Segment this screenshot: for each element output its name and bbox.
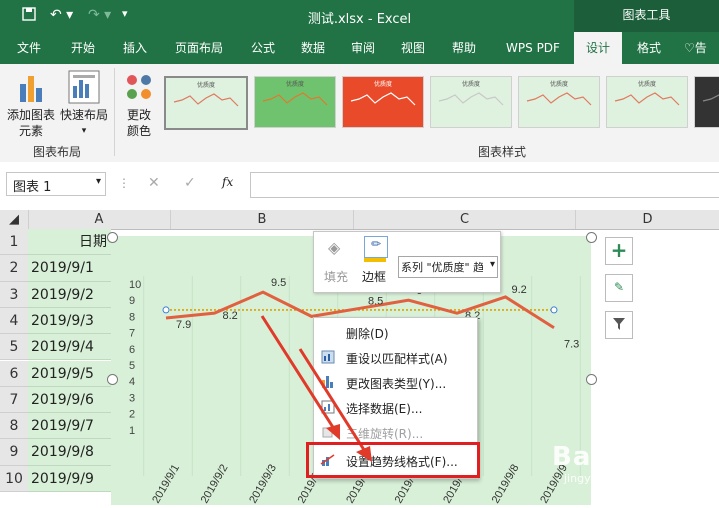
annotation-arrow-line	[298, 348, 368, 454]
annotation-arrow-line	[260, 315, 338, 433]
highlight-box	[306, 442, 480, 478]
watermark-logo: Bai经验	[552, 442, 656, 472]
annotation-arrows	[260, 315, 372, 462]
watermark-url: jingyan.baidu.com	[564, 472, 666, 485]
annotation-arrow-head	[326, 424, 340, 440]
baidu-watermark: Bai经验 jingyan.baidu.com	[548, 432, 718, 502]
